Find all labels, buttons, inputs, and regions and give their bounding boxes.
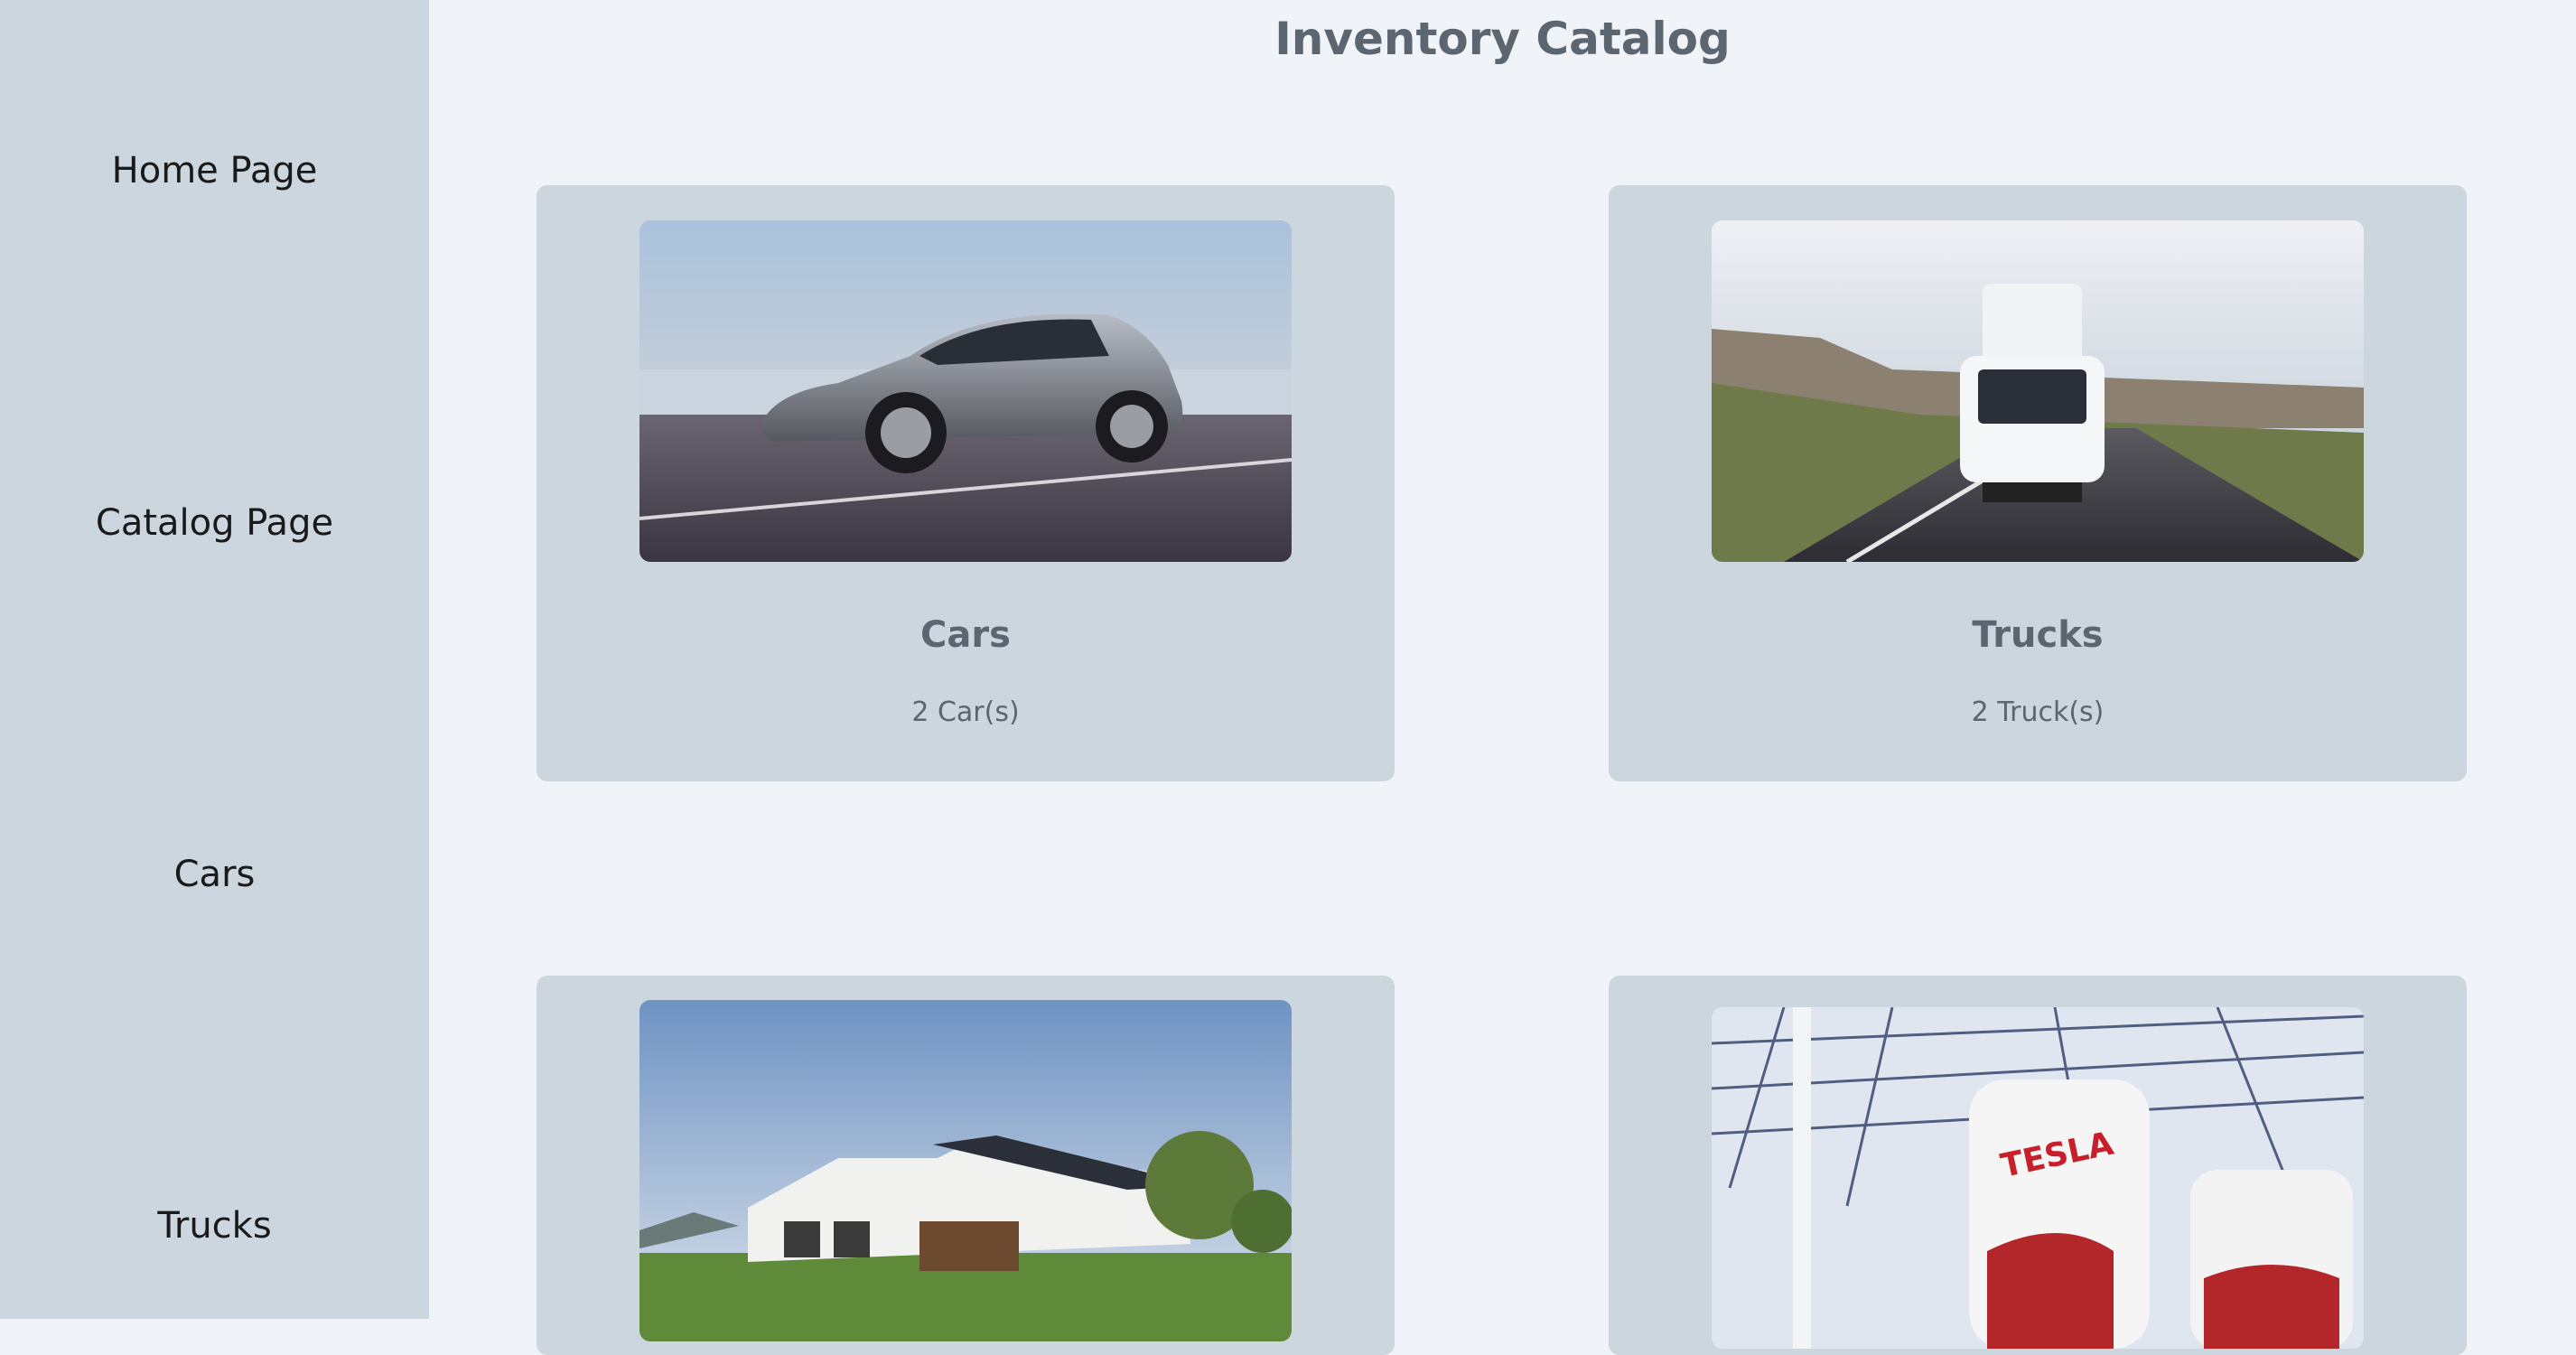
car-photo	[639, 220, 1292, 562]
card-count: 2 Car(s)	[911, 696, 1020, 728]
card-title: Trucks	[1972, 614, 2104, 656]
sidebar-item-catalog[interactable]: Catalog Page	[0, 502, 429, 544]
category-card-charging[interactable]: TESLA	[1609, 976, 2467, 1355]
truck-photo	[1712, 220, 2364, 562]
sidebar: Home Page Catalog Page Cars Trucks	[0, 0, 429, 1319]
category-card-cars[interactable]: Cars 2 Car(s)	[537, 185, 1395, 781]
charger-photo: TESLA	[1712, 1007, 2364, 1349]
sidebar-item-cars[interactable]: Cars	[0, 854, 429, 895]
category-card-solar[interactable]	[537, 976, 1395, 1355]
sidebar-item-home[interactable]: Home Page	[0, 150, 429, 192]
category-card-trucks[interactable]: Trucks 2 Truck(s)	[1609, 185, 2467, 781]
page-title: Inventory Catalog	[1274, 13, 1731, 65]
house-photo	[639, 1000, 1292, 1341]
card-title: Cars	[920, 614, 1011, 656]
card-count: 2 Truck(s)	[1971, 696, 2105, 728]
sidebar-item-trucks[interactable]: Trucks	[0, 1205, 429, 1247]
